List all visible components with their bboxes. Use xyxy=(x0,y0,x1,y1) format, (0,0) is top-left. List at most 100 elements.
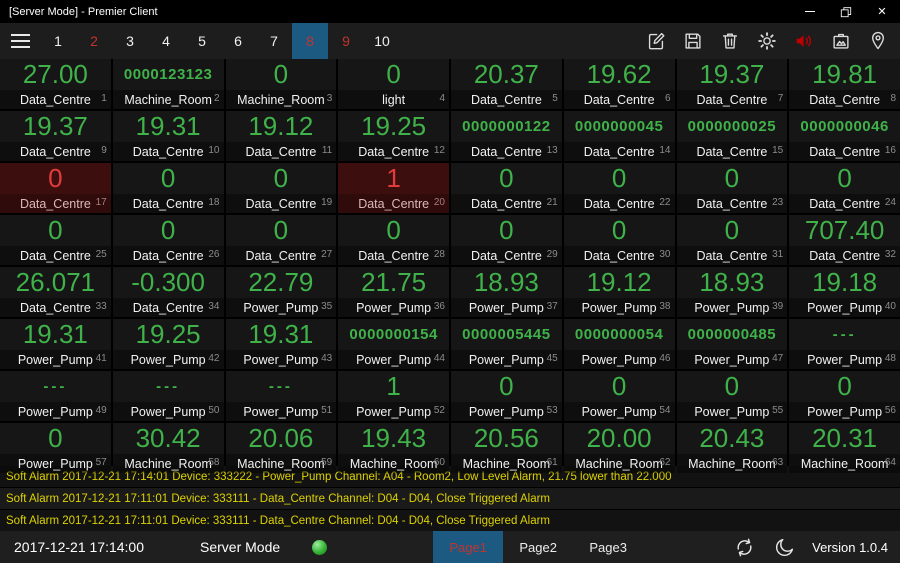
sync-button[interactable] xyxy=(732,535,756,559)
screen-tab-7[interactable]: 7 xyxy=(256,23,292,59)
channel-tile[interactable]: 20.43 Machine_Room 63 xyxy=(676,423,788,473)
channel-tile[interactable]: 0000005445 Power_Pump 45 xyxy=(451,319,562,369)
channel-tile[interactable]: 0 Data_Centre 28 xyxy=(338,215,449,265)
footer-tab-page3[interactable]: Page3 xyxy=(573,531,643,563)
save-button[interactable] xyxy=(681,29,705,53)
channel-tile[interactable]: 20.37 Data_Centre 5 xyxy=(451,59,562,109)
channel-tile[interactable]: 0 Data_Centre 27 xyxy=(225,215,337,265)
channel-label: Power_Pump xyxy=(694,300,770,315)
footer-tab-page1[interactable]: Page1 xyxy=(433,531,504,563)
channel-tile[interactable]: 0 Data_Centre 29 xyxy=(451,215,562,265)
screen-tab-5[interactable]: 5 xyxy=(184,23,220,59)
snapshot-button[interactable] xyxy=(829,29,853,53)
edit-button[interactable] xyxy=(644,29,668,53)
channel-tile[interactable]: 22.79 Power_Pump 35 xyxy=(225,267,337,317)
channel-tile[interactable]: 19.18 Power_Pump 40 xyxy=(789,267,900,317)
alarm-log-row[interactable]: Soft Alarm 2017-12-21 17:11:01 Device: 3… xyxy=(0,488,900,509)
screen-tab-10[interactable]: 10 xyxy=(364,23,400,59)
channel-tile[interactable]: 0 Power_Pump 56 xyxy=(789,371,900,421)
channel-tile[interactable]: -0.300 Data_Centre 34 xyxy=(112,267,224,317)
channel-tile[interactable]: 19.25 Data_Centre 12 xyxy=(338,111,449,161)
screen-tab-9[interactable]: 9 xyxy=(328,23,364,59)
channel-tile[interactable]: 0000123123 Machine_Room 2 xyxy=(112,59,224,109)
channel-tile[interactable]: 0000000025 Data_Centre 15 xyxy=(676,111,788,161)
channel-tile[interactable]: --- Power_Pump 48 xyxy=(789,319,900,369)
channel-index: 19 xyxy=(321,197,333,208)
channel-tile[interactable]: 0 Power_Pump 55 xyxy=(676,371,788,421)
channel-tile[interactable]: 0 Data_Centre 23 xyxy=(676,163,788,213)
channel-tile[interactable]: --- Power_Pump 51 xyxy=(225,371,337,421)
channel-tile[interactable]: 27.00 Data_Centre 1 xyxy=(0,59,111,109)
channel-tile[interactable]: 19.12 Power_Pump 38 xyxy=(563,267,675,317)
channel-tile[interactable]: 0 Data_Centre 24 xyxy=(789,163,900,213)
channel-label: Data_Centre xyxy=(132,248,204,263)
channel-index: 1 xyxy=(101,93,107,104)
channel-tile[interactable]: 19.81 Data_Centre 8 xyxy=(789,59,900,109)
channel-label: Data_Centre xyxy=(809,144,881,159)
screen-tab-2[interactable]: 2 xyxy=(76,23,112,59)
delete-button[interactable] xyxy=(718,29,742,53)
channel-tile[interactable]: 0 Data_Centre 25 xyxy=(0,215,111,265)
channel-tile[interactable]: 0000000045 Data_Centre 14 xyxy=(563,111,675,161)
channel-tile[interactable]: 0 Data_Centre 17 xyxy=(0,163,111,213)
channel-tile[interactable]: 19.31 Data_Centre 10 xyxy=(112,111,224,161)
channel-tile[interactable]: --- Power_Pump 50 xyxy=(112,371,224,421)
channel-tile[interactable]: 20.06 Machine_Room 59 xyxy=(225,423,337,473)
channel-tile[interactable]: --- Power_Pump 49 xyxy=(0,371,111,421)
channel-tile[interactable]: 19.31 Power_Pump 41 xyxy=(0,319,111,369)
screen-tab-3[interactable]: 3 xyxy=(112,23,148,59)
channel-index: 41 xyxy=(95,353,107,364)
channel-tile[interactable]: 0000000154 Power_Pump 44 xyxy=(338,319,449,369)
channel-tile[interactable]: 0000000054 Power_Pump 46 xyxy=(563,319,675,369)
channel-tile[interactable]: 1 Data_Centre 20 xyxy=(338,163,449,213)
channel-tile[interactable]: 0 Data_Centre 21 xyxy=(451,163,562,213)
channel-tile[interactable]: 19.37 Data_Centre 9 xyxy=(0,111,111,161)
channel-tile[interactable]: 0 Data_Centre 19 xyxy=(225,163,337,213)
channel-tile[interactable]: 0 light 4 xyxy=(338,59,449,109)
channel-tile[interactable]: 21.75 Power_Pump 36 xyxy=(338,267,449,317)
channel-tile[interactable]: 0000000485 Power_Pump 47 xyxy=(676,319,788,369)
settings-button[interactable] xyxy=(755,29,779,53)
channel-tile[interactable]: 0 Data_Centre 31 xyxy=(676,215,788,265)
channel-tile[interactable]: 0000000122 Data_Centre 13 xyxy=(451,111,562,161)
channel-tile[interactable]: 0 Power_Pump 53 xyxy=(451,371,562,421)
sound-button[interactable] xyxy=(792,29,816,53)
channel-tile[interactable]: 19.25 Power_Pump 42 xyxy=(112,319,224,369)
channel-tile[interactable]: 19.12 Data_Centre 11 xyxy=(225,111,337,161)
channel-tile[interactable]: 0 Data_Centre 30 xyxy=(563,215,675,265)
channel-tile[interactable]: 19.43 Machine_Room 60 xyxy=(338,423,449,473)
channel-tile[interactable]: 707.40 Data_Centre 32 xyxy=(789,215,900,265)
screen-tab-6[interactable]: 6 xyxy=(220,23,256,59)
screen-tab-8[interactable]: 8 xyxy=(292,23,328,59)
channel-tile[interactable]: 0 Power_Pump 57 xyxy=(0,423,111,473)
location-button[interactable] xyxy=(866,29,890,53)
screen-tab-1[interactable]: 1 xyxy=(40,23,76,59)
channel-tile[interactable]: 0 Data_Centre 22 xyxy=(563,163,675,213)
channel-tile[interactable]: 20.31 Machine_Room 64 xyxy=(789,423,900,473)
minimize-button[interactable] xyxy=(792,0,828,23)
channel-tile[interactable]: 19.62 Data_Centre 6 xyxy=(563,59,675,109)
channel-tile[interactable]: 0 Data_Centre 18 xyxy=(112,163,224,213)
channel-tile[interactable]: 0000000046 Data_Centre 16 xyxy=(789,111,900,161)
maximize-button[interactable] xyxy=(828,0,864,23)
alarm-log-row[interactable]: Soft Alarm 2017-12-21 17:11:01 Device: 3… xyxy=(0,510,900,531)
menu-button[interactable] xyxy=(0,23,40,59)
channel-tile[interactable]: 0 Data_Centre 26 xyxy=(112,215,224,265)
channel-tile[interactable]: 1 Power_Pump 52 xyxy=(338,371,449,421)
channel-tile[interactable]: 20.00 Machine_Room 62 xyxy=(563,423,675,473)
channel-tile[interactable]: 18.93 Power_Pump 37 xyxy=(451,267,562,317)
channel-tile[interactable]: 26.071 Data_Centre 33 xyxy=(0,267,111,317)
channel-tile[interactable]: 20.56 Machine_Room 61 xyxy=(451,423,562,473)
channel-tile[interactable]: 19.37 Data_Centre 7 xyxy=(676,59,788,109)
channel-tile[interactable]: 0 Power_Pump 54 xyxy=(563,371,675,421)
channel-tile[interactable]: 0 Machine_Room 3 xyxy=(225,59,337,109)
screen-tab-4[interactable]: 4 xyxy=(148,23,184,59)
channel-tile[interactable]: 19.31 Power_Pump 43 xyxy=(225,319,337,369)
channel-tile[interactable]: 18.93 Power_Pump 39 xyxy=(676,267,788,317)
channel-tile[interactable]: 30.42 Machine_Room 58 xyxy=(112,423,224,473)
close-button[interactable]: ✕ xyxy=(864,0,900,23)
channel-value: 19.31 xyxy=(22,319,88,349)
footer-tab-page2[interactable]: Page2 xyxy=(503,531,573,563)
channel-meta: Data_Centre 24 xyxy=(789,194,900,213)
night-mode-button[interactable] xyxy=(772,535,796,559)
